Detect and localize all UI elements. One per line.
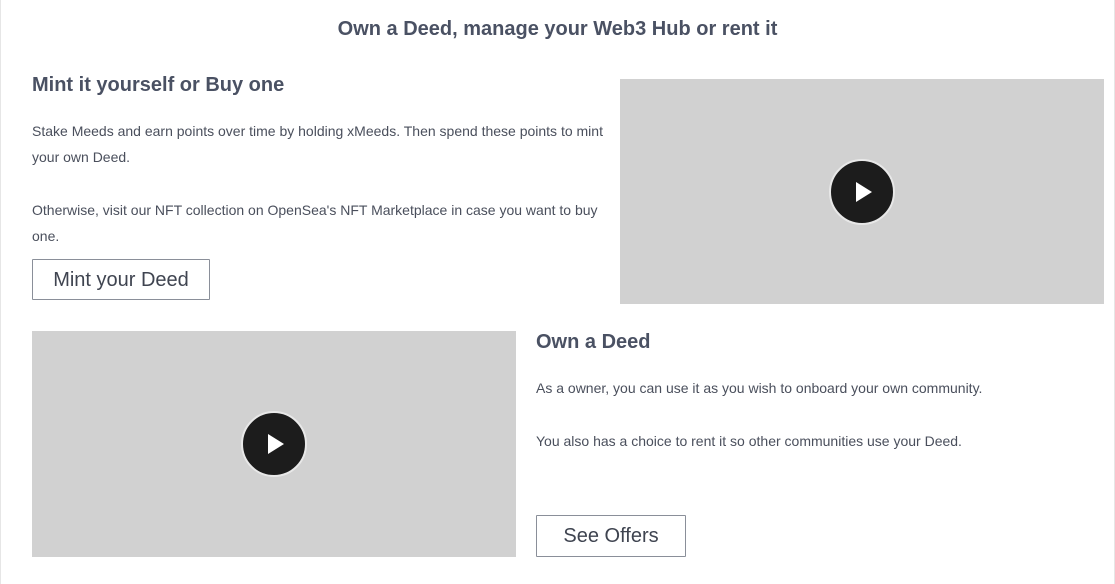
play-triangle-icon [856,181,872,202]
mint-section-title: Mint it yourself or Buy one [32,74,285,96]
see-offers-button[interactable]: See Offers [536,515,686,557]
play-triangle-icon [268,434,284,454]
own-section-title: Own a Deed [536,331,651,353]
own-video-player[interactable] [32,331,516,557]
mint-paragraph-2: Otherwise, visit our NFT collection on O… [32,202,598,244]
play-icon[interactable] [829,158,895,225]
own-paragraph-2: You also has a choice to rent it so othe… [536,433,962,449]
play-icon[interactable] [241,411,307,477]
mint-paragraph-1: Stake Meeds and earn points over time by… [32,123,603,165]
own-paragraph-1: As a owner, you can use it as you wish t… [536,380,983,396]
page-title: Own a Deed, manage your Web3 Hub or rent… [337,18,778,40]
mint-your-deed-button[interactable]: Mint your Deed [32,259,210,300]
mint-video-player[interactable] [620,79,1104,304]
